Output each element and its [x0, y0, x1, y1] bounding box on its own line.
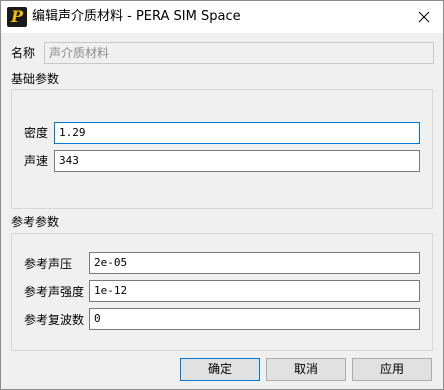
density-input[interactable]: 1.29	[54, 122, 420, 144]
name-label: 名称	[11, 46, 36, 60]
app-logo-glyph: P	[10, 7, 24, 26]
ref-wavenumber-label: 参考复波数	[24, 313, 85, 327]
ref-pressure-label: 参考声压	[24, 257, 73, 271]
ref-intensity-input[interactable]: 1e-12	[89, 280, 420, 302]
sound-speed-label: 声速	[24, 154, 49, 168]
name-field: 声介质材料	[44, 42, 434, 64]
ok-button[interactable]: 确定	[180, 358, 260, 381]
close-button[interactable]	[405, 1, 443, 33]
cancel-button[interactable]: 取消	[266, 358, 346, 381]
close-icon	[418, 11, 430, 23]
dialog-window: P 编辑声介质材料 - PERA SIM Space 名称 声介质材料 基础参数…	[0, 0, 444, 390]
basic-params-title: 基础参数	[11, 72, 60, 86]
apply-button[interactable]: 应用	[352, 358, 432, 381]
ref-pressure-input[interactable]: 2e-05	[89, 252, 420, 274]
reference-params-title: 参考参数	[11, 215, 60, 229]
window-title: 编辑声介质材料 - PERA SIM Space	[32, 9, 241, 24]
title-bar[interactable]: P 编辑声介质材料 - PERA SIM Space	[1, 1, 443, 33]
sound-speed-input[interactable]: 343	[54, 150, 420, 172]
density-label: 密度	[24, 126, 49, 140]
app-logo-icon: P	[7, 7, 27, 27]
ref-intensity-label: 参考声强度	[24, 285, 85, 299]
ref-wavenumber-input[interactable]: 0	[89, 308, 420, 330]
basic-params-group	[11, 89, 433, 209]
